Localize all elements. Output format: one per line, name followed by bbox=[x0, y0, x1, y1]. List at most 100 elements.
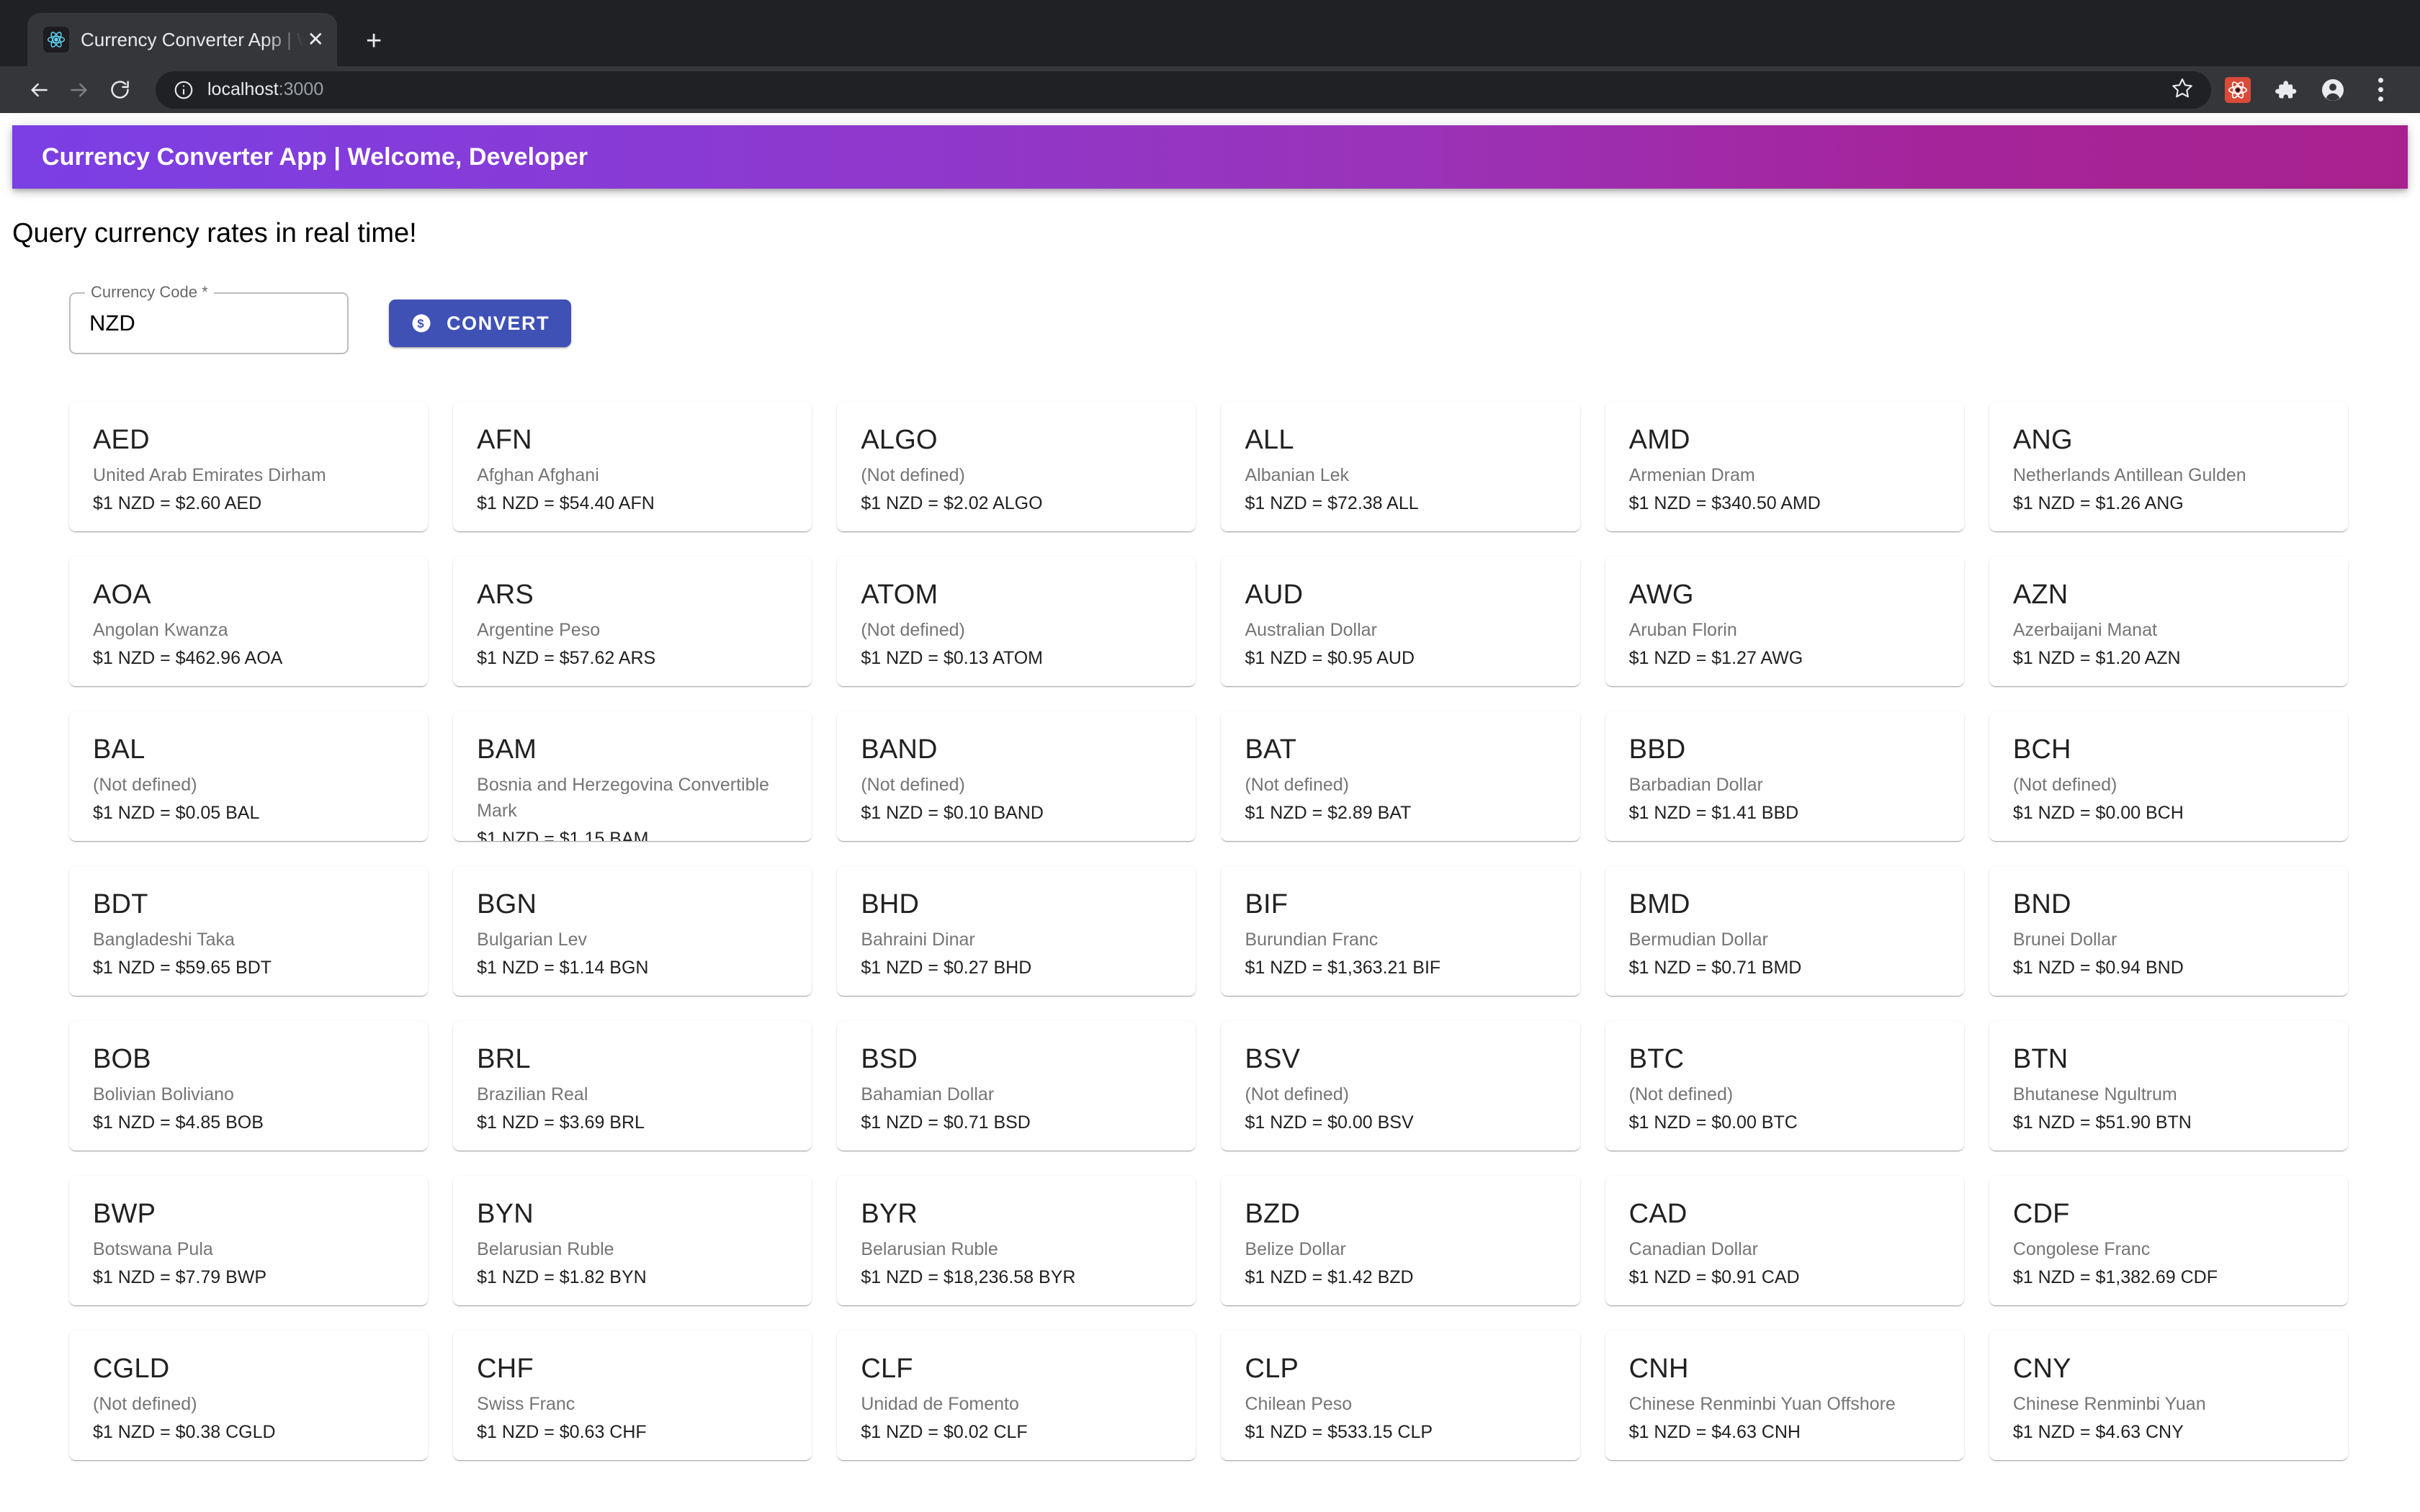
currency-card: BMD Bermudian Dollar $1 NZD = $0.71 BMD bbox=[1605, 866, 1964, 996]
currency-card: BOB Bolivian Boliviano $1 NZD = $4.85 BOB bbox=[69, 1021, 429, 1151]
currency-card-rate: $1 NZD = $4.63 CNH bbox=[1628, 1421, 1801, 1442]
currency-card-name: Angolan Kwanza bbox=[93, 619, 228, 640]
currency-card-name: Chinese Renminbi Yuan bbox=[2012, 1393, 2206, 1414]
reload-icon[interactable] bbox=[99, 70, 140, 110]
currency-card: AED United Arab Emirates Dirham $1 NZD = $… bbox=[69, 402, 429, 531]
currency-card: CLP Chilean Peso $1 NZD = $533.15 CLP bbox=[1221, 1331, 1580, 1460]
convert-button[interactable]: $ CONVERT bbox=[389, 300, 572, 347]
currency-card-rate: $1 NZD = $0.71 BSD bbox=[861, 1112, 1031, 1133]
address-bar[interactable]: localhost:3000 bbox=[156, 71, 2211, 109]
currency-code-input[interactable] bbox=[69, 292, 349, 354]
currency-card: BAT (Not defined) $1 NZD = $2.89 BAT bbox=[1221, 711, 1580, 841]
currency-card-code: CAD bbox=[1628, 1199, 1688, 1229]
url-host: localhost bbox=[207, 79, 279, 99]
currency-card-rate: $1 NZD = $0.27 BHD bbox=[861, 957, 1032, 978]
currency-card-code: AWG bbox=[1628, 580, 1694, 610]
page-title: Currency Converter App | Welcome, Develo… bbox=[42, 143, 588, 171]
currency-card-rate: $1 NZD = $2.60 AED bbox=[93, 492, 262, 513]
kebab-dots bbox=[2378, 78, 2383, 102]
currency-card: BSD Bahamian Dollar $1 NZD = $0.71 BSD bbox=[837, 1021, 1196, 1151]
close-icon[interactable]: ✕ bbox=[308, 30, 324, 50]
chrome-menu-kebab-icon[interactable] bbox=[2360, 69, 2401, 111]
currency-card: BDT Bangladeshi Taka $1 NZD = $59.65 BDT bbox=[69, 866, 429, 996]
currency-card-code: ALL bbox=[1245, 425, 1294, 455]
currency-card-rate: $1 NZD = $1.42 BZD bbox=[1245, 1266, 1414, 1287]
currency-card-rate: $1 NZD = $0.13 ATOM bbox=[861, 647, 1043, 668]
currency-card: AFN Afghan Afghani $1 NZD = $54.40 AFN bbox=[453, 402, 812, 531]
currency-card-code: CGLD bbox=[93, 1354, 170, 1384]
extensions-puzzle-icon[interactable] bbox=[2264, 69, 2306, 111]
currency-code-field[interactable]: Currency Code * bbox=[69, 284, 349, 354]
currency-card-name: (Not defined) bbox=[861, 774, 965, 795]
react-devtools-extension-icon[interactable] bbox=[2217, 69, 2259, 111]
new-tab-button[interactable]: + bbox=[366, 27, 382, 55]
currency-card-code: CLP bbox=[1245, 1354, 1299, 1384]
currency-card-name: (Not defined) bbox=[861, 619, 965, 640]
currency-card: BHD Bahraini Dinar $1 NZD = $0.27 BHD bbox=[837, 866, 1196, 996]
currency-card: BIF Burundian Franc $1 NZD = $1,363.21 BIF bbox=[1221, 866, 1580, 996]
currency-card-rate: $1 NZD = $1.82 BYN bbox=[477, 1266, 647, 1287]
app-bar: Currency Converter App | Welcome, Develo… bbox=[12, 125, 2408, 189]
currency-card: AMD Armenian Dram $1 NZD = $340.50 AMD bbox=[1605, 402, 1964, 531]
currency-card-name: Bahamian Dollar bbox=[861, 1084, 995, 1104]
currency-card-rate: $1 NZD = $340.50 AMD bbox=[1628, 492, 1821, 513]
currency-card-name: Argentine Peso bbox=[477, 619, 601, 640]
browser-tab[interactable]: Currency Converter App | Welc ✕ bbox=[27, 13, 337, 66]
currency-card-name: Afghan Afghani bbox=[477, 464, 599, 485]
currency-card: CDF Congolese Franc $1 NZD = $1,382.69 CDF bbox=[1989, 1176, 2348, 1305]
currency-card-rate: $1 NZD = $0.10 BAND bbox=[861, 802, 1044, 823]
bookmark-star-icon[interactable] bbox=[2171, 76, 2194, 103]
currency-card-name: Armenian Dram bbox=[1628, 464, 1755, 485]
dollar-circle-icon: $ bbox=[411, 312, 432, 334]
currency-card-name: (Not defined) bbox=[2012, 774, 2118, 795]
currency-card: AUD Australian Dollar $1 NZD = $0.95 AUD bbox=[1221, 557, 1580, 686]
currency-card: CHF Swiss Franc $1 NZD = $0.63 CHF bbox=[453, 1331, 812, 1460]
currency-card-rate: $1 NZD = $4.63 CNY bbox=[2012, 1421, 2184, 1442]
currency-card-code: BBD bbox=[1628, 734, 1686, 765]
forward-arrow-icon[interactable] bbox=[59, 70, 99, 110]
currency-card-name: Aruban Florin bbox=[1628, 619, 1737, 640]
currency-card-code: BSD bbox=[861, 1044, 918, 1074]
currency-card-code: CNY bbox=[2012, 1354, 2071, 1384]
currency-card-code: ARS bbox=[477, 580, 534, 610]
currency-card: BYR Belarusian Ruble $1 NZD = $18,236.58 B… bbox=[837, 1176, 1196, 1305]
currency-card-name: (Not defined) bbox=[1245, 1084, 1350, 1104]
currency-card-name: Bolivian Boliviano bbox=[93, 1084, 234, 1104]
currency-card-code: BMD bbox=[1628, 889, 1690, 919]
currency-card-rate: $1 NZD = $0.95 AUD bbox=[1245, 647, 1415, 668]
currency-card-name: Netherlands Antillean Gulden bbox=[2012, 464, 2246, 485]
currency-card: CAD Canadian Dollar $1 NZD = $0.91 CAD bbox=[1605, 1176, 1964, 1305]
currency-card-code: AOA bbox=[93, 580, 151, 610]
browser-toolbar: localhost:3000 bbox=[0, 66, 2420, 113]
currency-card-code: BTC bbox=[1628, 1044, 1685, 1074]
currency-card-rate: $1 NZD = $54.40 AFN bbox=[477, 492, 655, 513]
currency-card-name: Brunei Dollar bbox=[2012, 929, 2118, 950]
currency-card-rate: $1 NZD = $1.20 AZN bbox=[2012, 647, 2181, 668]
currency-card-rate: $1 NZD = $0.00 BSV bbox=[1245, 1112, 1414, 1133]
currency-card: BAND (Not defined) $1 NZD = $0.10 BAND bbox=[837, 711, 1196, 841]
currency-card-rate: $1 NZD = $0.00 BCH bbox=[2012, 802, 2184, 823]
currency-card-rate: $1 NZD = $4.85 BOB bbox=[93, 1112, 264, 1133]
currency-card-rate: $1 NZD = $0.71 BMD bbox=[1628, 957, 1802, 978]
currency-card-rate: $1 NZD = $18,236.58 BYR bbox=[861, 1266, 1076, 1287]
currency-card-name: Australian Dollar bbox=[1245, 619, 1377, 640]
currency-card: ATOM (Not defined) $1 NZD = $0.13 ATOM bbox=[837, 557, 1196, 686]
currency-card-code: BYN bbox=[477, 1199, 534, 1229]
currency-card-rate: $1 NZD = $1,363.21 BIF bbox=[1245, 957, 1441, 978]
currency-card: BTC (Not defined) $1 NZD = $0.00 BTC bbox=[1605, 1021, 1964, 1151]
currency-card: BBD Barbadian Dollar $1 NZD = $1.41 BBD bbox=[1605, 711, 1964, 841]
back-arrow-icon[interactable] bbox=[19, 70, 59, 110]
currency-card-code: BYR bbox=[861, 1199, 918, 1229]
currency-card-rate: $1 NZD = $57.62 ARS bbox=[477, 647, 656, 668]
currency-card-rate: $1 NZD = $7.79 BWP bbox=[93, 1266, 267, 1287]
page-content: Currency Converter App | Welcome, Develo… bbox=[0, 113, 2420, 1512]
currency-card-name: (Not defined) bbox=[1628, 1084, 1734, 1104]
currency-card-code: CDF bbox=[2012, 1199, 2070, 1229]
currency-card-code: AFN bbox=[477, 425, 532, 455]
currency-card-code: BGN bbox=[477, 889, 537, 919]
currency-card-rate: $1 NZD = $1.27 AWG bbox=[1628, 647, 1803, 668]
currency-card-code: AMD bbox=[1628, 425, 1690, 455]
currency-card-code: AZN bbox=[2012, 580, 2069, 610]
currency-card-name: Belize Dollar bbox=[1245, 1238, 1346, 1259]
profile-avatar-icon[interactable] bbox=[2312, 69, 2354, 111]
